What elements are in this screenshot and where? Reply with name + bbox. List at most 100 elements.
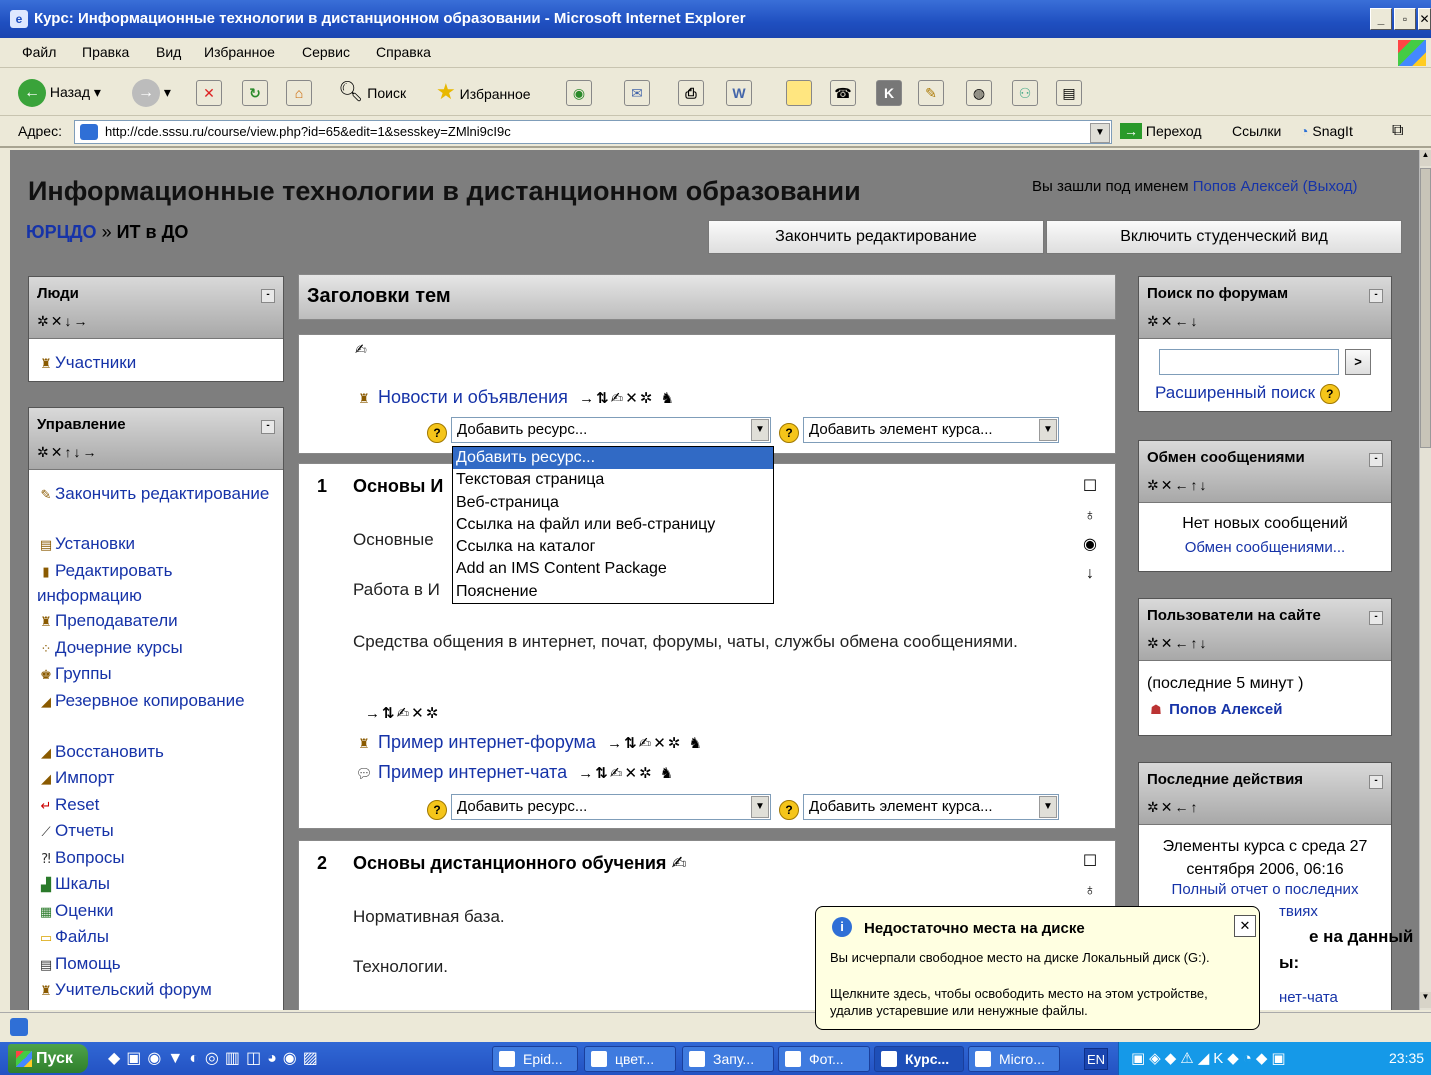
people-controls[interactable]: ✲✕↓→: [37, 313, 89, 330]
admin-item-questions[interactable]: ⁈ Вопросы: [37, 846, 124, 871]
admin-item-child-courses[interactable]: ⁘ Дочерние курсы: [37, 636, 183, 661]
k-icon[interactable]: K: [876, 80, 902, 106]
collapse-icon[interactable]: -: [261, 420, 275, 434]
menu-file[interactable]: Файл: [22, 44, 56, 60]
help-icon[interactable]: ?: [427, 800, 447, 820]
taskbar-item[interactable]: цвет...: [584, 1046, 676, 1072]
finish-editing-button[interactable]: Закончить редактирование: [708, 220, 1044, 254]
go-button[interactable]: → Переход: [1120, 123, 1202, 139]
admin-item-edit-info[interactable]: ▮ Редактировать информацию: [37, 559, 277, 608]
messages-controls[interactable]: ✲✕←↑↓: [1147, 477, 1208, 494]
bulb-icon[interactable]: ♁: [1081, 501, 1099, 530]
tool-icon[interactable]: ✎: [918, 80, 944, 106]
label-controls[interactable]: →⇅✍✕✲: [365, 704, 440, 722]
forum-search-input[interactable]: [1159, 349, 1339, 375]
tray-icons[interactable]: ▣◈◆⚠◢K◆◔◆▣: [1131, 1049, 1290, 1067]
admin-item-grades[interactable]: ▦ Оценки: [37, 899, 114, 924]
print-icon[interactable]: ⎙: [678, 80, 704, 106]
bulb-icon[interactable]: ♁: [1081, 876, 1099, 905]
forum-search-button[interactable]: >: [1345, 349, 1371, 375]
admin-item-restore[interactable]: ◢ Восстановить: [37, 740, 164, 765]
admin-item-teachers[interactable]: ♜ Преподаватели: [37, 609, 177, 634]
participants-link[interactable]: ♜ Участники: [37, 351, 136, 376]
full-report-link-2[interactable]: твиях: [1279, 903, 1318, 920]
messages-link[interactable]: Обмен сообщениями...: [1139, 539, 1391, 556]
minimize-button[interactable]: _: [1370, 8, 1392, 30]
dropdown-option[interactable]: Пояснение: [453, 581, 773, 603]
search-button[interactable]: 🔍︎ Поиск: [338, 77, 406, 107]
favorites-button[interactable]: ★ Избранное: [436, 77, 531, 107]
add-activity-select[interactable]: Добавить элемент курса... ▼: [803, 417, 1059, 443]
users-icon[interactable]: ⚇: [1012, 80, 1038, 106]
recent-activity-controls[interactable]: ✲✕←↑: [1147, 799, 1199, 816]
logout-link[interactable]: (Выход): [1303, 178, 1358, 195]
dropdown-option[interactable]: Текстовая страница: [453, 469, 773, 491]
online-user-link[interactable]: Попов Алексей: [1169, 701, 1282, 718]
taskbar-item-active[interactable]: Курс...: [874, 1046, 964, 1072]
add-activity-select-2[interactable]: Добавить элемент курса... ▼: [803, 794, 1059, 820]
edit-summary-icon[interactable]: ✍: [355, 341, 367, 358]
dropdown-option[interactable]: Ссылка на каталог: [453, 536, 773, 558]
collapse-icon[interactable]: -: [1369, 453, 1383, 467]
help-icon[interactable]: ?: [779, 423, 799, 443]
save-icon[interactable]: ▤: [1056, 80, 1082, 106]
forum-controls[interactable]: →⇅✍✕✲ ♞: [601, 735, 704, 752]
back-button[interactable]: ← Назад ▾: [18, 77, 101, 108]
disk-icon[interactable]: ◍: [966, 80, 992, 106]
dropdown-option[interactable]: Ссылка на файл или веб-страницу: [453, 514, 773, 536]
advanced-search-link[interactable]: Расширенный поиск: [1155, 383, 1315, 402]
admin-controls[interactable]: ✲✕↑↓→: [37, 444, 98, 461]
collapse-icon[interactable]: -: [1369, 289, 1383, 303]
forward-button[interactable]: → ▾: [132, 77, 171, 108]
taskbar-item[interactable]: Запу...: [682, 1046, 774, 1072]
vertical-scrollbar[interactable]: ▲ ▼: [1419, 150, 1431, 1010]
snagit-button[interactable]: ◔ SnagIt: [1300, 123, 1353, 139]
admin-item-files[interactable]: ▭ Файлы: [37, 925, 109, 950]
taskbar-item[interactable]: Фот...: [778, 1046, 870, 1072]
admin-item-import[interactable]: ◢ Импорт: [37, 766, 114, 791]
move-down-icon[interactable]: ↓: [1081, 559, 1099, 588]
taskbar-item[interactable]: Micro...: [968, 1046, 1060, 1072]
menu-edit[interactable]: Правка: [82, 44, 129, 60]
low-disk-space-balloon[interactable]: i Недостаточно места на диске ✕ Вы исчер…: [815, 906, 1260, 1030]
close-icon[interactable]: ✕: [1234, 915, 1256, 937]
dropdown-option[interactable]: Add an IMS Content Package: [453, 558, 773, 580]
news-forum-link[interactable]: Новости и объявления: [378, 387, 568, 407]
taskbar-item[interactable]: Epid...: [492, 1046, 578, 1072]
student-view-button[interactable]: Включить студенческий вид: [1046, 220, 1402, 254]
mail-icon[interactable]: ✉: [624, 80, 650, 106]
menu-help[interactable]: Справка: [376, 44, 431, 60]
admin-item-reports[interactable]: ⟋ Отчеты: [37, 819, 113, 844]
login-user-link[interactable]: Попов Алексей: [1193, 178, 1299, 195]
collapse-icon[interactable]: -: [1369, 775, 1383, 789]
language-indicator[interactable]: EN: [1084, 1048, 1108, 1070]
full-report-link[interactable]: Полный отчет о последних: [1145, 881, 1385, 898]
dropdown-option[interactable]: Веб-страница: [453, 492, 773, 514]
admin-item-scales[interactable]: ▟ Шкалы: [37, 872, 110, 897]
breadcrumb-root[interactable]: ЮРЦДО: [26, 222, 97, 242]
admin-item-help[interactable]: ▤ Помощь: [37, 952, 121, 977]
links-button[interactable]: Ссылки: [1232, 123, 1281, 139]
dropdown-option[interactable]: Добавить ресурс...: [453, 447, 773, 470]
chat-controls[interactable]: →⇅✍✕✲ ♞: [572, 765, 675, 782]
stop-icon[interactable]: ✕: [196, 80, 222, 106]
add-resource-select-2[interactable]: Добавить ресурс... ▼: [451, 794, 771, 820]
forum-example-link[interactable]: Пример интернет-форума: [378, 732, 596, 752]
snagit-window-icon[interactable]: ⧉: [1392, 122, 1403, 140]
collapse-icon[interactable]: -: [261, 289, 275, 303]
news-controls[interactable]: →⇅✍✕✲ ♞: [573, 390, 676, 407]
fax-icon[interactable]: ☎: [830, 80, 856, 106]
menu-favorites[interactable]: Избранное: [204, 44, 275, 60]
admin-item-finish-editing[interactable]: ✎ Закончить редактирование: [37, 482, 277, 507]
home-icon[interactable]: ⌂: [286, 80, 312, 106]
menu-view[interactable]: Вид: [156, 44, 181, 60]
edit-word-icon[interactable]: W: [726, 80, 752, 106]
eye-icon[interactable]: ◉: [1081, 530, 1099, 559]
admin-item-backup[interactable]: ◢ Резервное копирование: [37, 689, 277, 714]
admin-item-reset[interactable]: ↵ Reset: [37, 793, 100, 818]
help-icon[interactable]: ?: [427, 423, 447, 443]
refresh-icon[interactable]: ↻: [242, 80, 268, 106]
menu-tools[interactable]: Сервис: [302, 44, 350, 60]
recent-chat-link[interactable]: нет-чата: [1279, 989, 1338, 1006]
collapse-icon[interactable]: -: [1369, 611, 1383, 625]
